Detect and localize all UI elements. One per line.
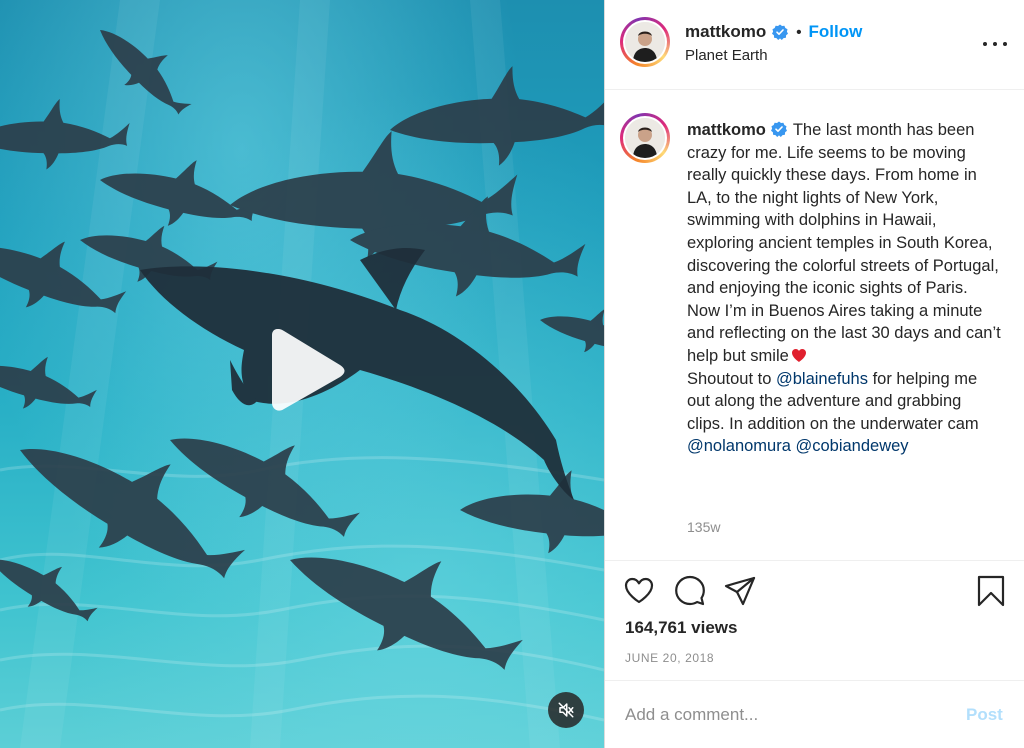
heart-outline-icon[interactable] [623, 575, 655, 607]
follow-button[interactable]: Follow [809, 22, 863, 42]
post-header: mattkomo • Follow Planet Earth [605, 0, 1024, 90]
profile-photo [625, 22, 665, 62]
play-icon[interactable] [266, 329, 346, 411]
more-options-button[interactable] [983, 36, 1007, 52]
speech-bubble-icon[interactable] [674, 575, 706, 607]
verified-badge-icon [770, 121, 787, 137]
view-count[interactable]: 164,761 views [625, 618, 737, 638]
post-date[interactable]: JUNE 20, 2018 [625, 651, 714, 665]
action-bar [605, 572, 1024, 612]
mention-link[interactable]: @blainefuhs [776, 370, 868, 388]
caption-username[interactable]: mattkomo [687, 121, 766, 139]
mute-button[interactable] [548, 692, 584, 728]
paper-plane-icon[interactable] [724, 575, 756, 607]
post-comment-button[interactable]: Post [966, 705, 1003, 725]
muted-speaker-icon [558, 702, 574, 718]
comment-input[interactable] [625, 703, 945, 727]
caption-shoutout: Shoutout to [687, 369, 772, 388]
post-sidebar: mattkomo • Follow Planet Earth mattkomo … [605, 0, 1024, 748]
location-link[interactable]: Planet Earth [685, 47, 768, 64]
dot-icon [983, 42, 987, 46]
dot-icon [993, 42, 997, 46]
add-comment-bar: Post [605, 680, 1024, 748]
mention-link[interactable]: @cobiandewey [795, 437, 908, 455]
dot-icon [1003, 42, 1007, 46]
post-video[interactable] [0, 0, 604, 748]
separator-dot: • [796, 23, 802, 41]
caption-timestamp[interactable]: 135w [687, 519, 720, 535]
header-username[interactable]: mattkomo [685, 22, 766, 42]
verified-badge-icon [772, 24, 789, 40]
avatar[interactable] [620, 17, 670, 67]
profile-photo [625, 118, 665, 158]
red-heart-emoji-icon [791, 348, 806, 362]
caption-text: mattkomo The last month has been crazy f… [687, 119, 1002, 458]
comments-section: mattkomo The last month has been crazy f… [605, 91, 1024, 561]
caption-avatar[interactable] [620, 113, 670, 163]
bookmark-icon[interactable] [975, 575, 1007, 607]
caption-body: The last month has been crazy for me. Li… [687, 121, 1001, 365]
mention-link[interactable]: @nolanomura [687, 437, 791, 455]
